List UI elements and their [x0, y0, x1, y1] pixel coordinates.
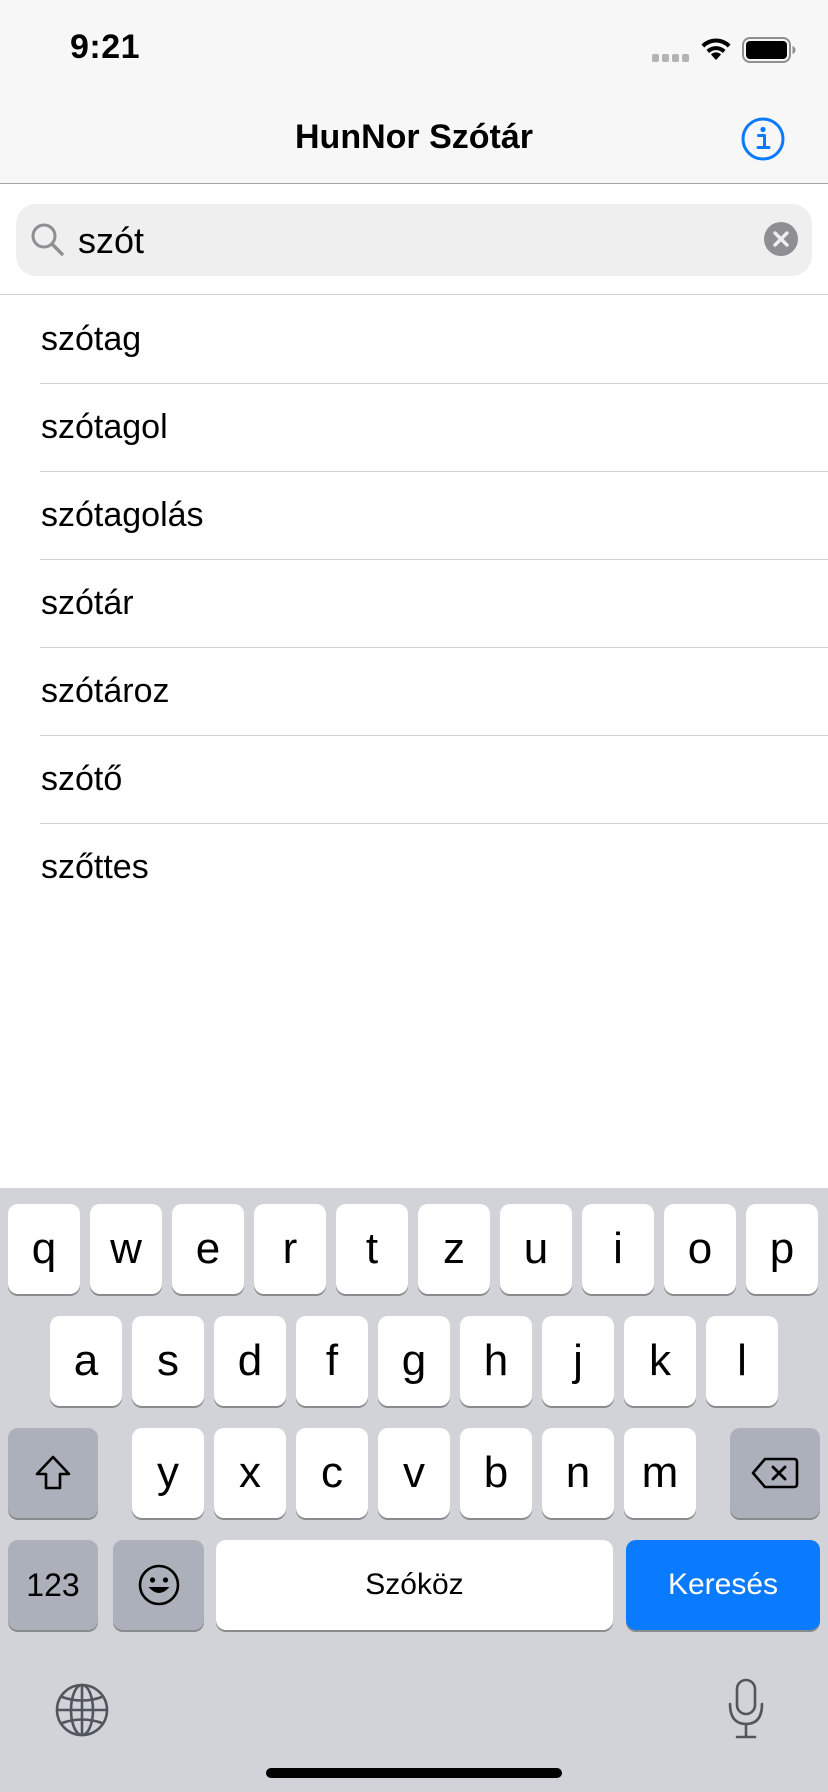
microphone-icon[interactable] [726, 1678, 766, 1740]
key-x[interactable]: x [214, 1428, 286, 1518]
navigation-bar: HunNor Szótár [0, 96, 828, 184]
key-p[interactable]: p [746, 1204, 818, 1294]
key-w[interactable]: w [90, 1204, 162, 1294]
key-e[interactable]: e [172, 1204, 244, 1294]
key-c[interactable]: c [296, 1428, 368, 1518]
list-item[interactable]: szótároz [0, 648, 828, 736]
results-list: szótag szótagol szótagolás szótár szótár… [0, 296, 828, 912]
backspace-icon [751, 1457, 799, 1489]
cellular-signal-icon [652, 54, 690, 62]
list-item-label: szótag [41, 320, 142, 358]
status-bar: 9:21 [0, 0, 828, 96]
home-indicator[interactable] [266, 1768, 562, 1778]
list-item[interactable]: szótő [0, 736, 828, 824]
list-item[interactable]: szótagol [0, 384, 828, 472]
list-item[interactable]: szótagolás [0, 472, 828, 560]
list-item[interactable]: szőttes [0, 824, 828, 912]
wifi-icon [701, 38, 731, 60]
key-z[interactable]: z [418, 1204, 490, 1294]
status-time: 9:21 [70, 28, 141, 66]
list-item-label: szótagolás [41, 496, 204, 534]
page-title: HunNor Szótár [295, 118, 533, 156]
key-d[interactable]: d [214, 1316, 286, 1406]
key-t[interactable]: t [336, 1204, 408, 1294]
key-j[interactable]: j [542, 1316, 614, 1406]
list-item[interactable]: szótag [0, 296, 828, 384]
key-r[interactable]: r [254, 1204, 326, 1294]
key-k[interactable]: k [624, 1316, 696, 1406]
backspace-key[interactable] [730, 1428, 820, 1518]
key-f[interactable]: f [296, 1316, 368, 1406]
key-y[interactable]: y [132, 1428, 204, 1518]
search-area: szót [0, 185, 828, 295]
numbers-key[interactable]: 123 [8, 1540, 98, 1630]
key-s[interactable]: s [132, 1316, 204, 1406]
shift-key[interactable] [8, 1428, 98, 1518]
emoji-icon [138, 1564, 179, 1606]
search-key[interactable]: Keresés [626, 1540, 820, 1630]
key-i[interactable]: i [582, 1204, 654, 1294]
info-icon[interactable] [740, 116, 786, 162]
space-key[interactable]: Szóköz [216, 1540, 613, 1630]
clear-search-icon[interactable] [763, 221, 799, 257]
key-a[interactable]: a [50, 1316, 122, 1406]
search-field[interactable]: szót [16, 204, 812, 276]
list-item-label: szótő [41, 760, 123, 798]
key-q[interactable]: q [8, 1204, 80, 1294]
keyboard: q w e r t z u i o p a s d f g h j k l y … [0, 1188, 828, 1792]
key-h[interactable]: h [460, 1316, 532, 1406]
list-item[interactable]: szótár [0, 560, 828, 648]
search-input[interactable]: szót [78, 220, 144, 262]
key-v[interactable]: v [378, 1428, 450, 1518]
key-b[interactable]: b [460, 1428, 532, 1518]
key-g[interactable]: g [378, 1316, 450, 1406]
list-item-label: szótár [41, 584, 134, 622]
battery-icon [742, 37, 796, 63]
list-item-label: szótagol [41, 408, 168, 446]
search-icon [31, 223, 64, 256]
key-u[interactable]: u [500, 1204, 572, 1294]
key-n[interactable]: n [542, 1428, 614, 1518]
list-item-label: szótároz [41, 672, 170, 710]
emoji-key[interactable] [113, 1540, 204, 1630]
key-l[interactable]: l [706, 1316, 778, 1406]
key-m[interactable]: m [624, 1428, 696, 1518]
shift-icon [35, 1455, 71, 1490]
key-o[interactable]: o [664, 1204, 736, 1294]
list-item-label: szőttes [41, 848, 149, 886]
globe-icon[interactable] [54, 1682, 110, 1738]
